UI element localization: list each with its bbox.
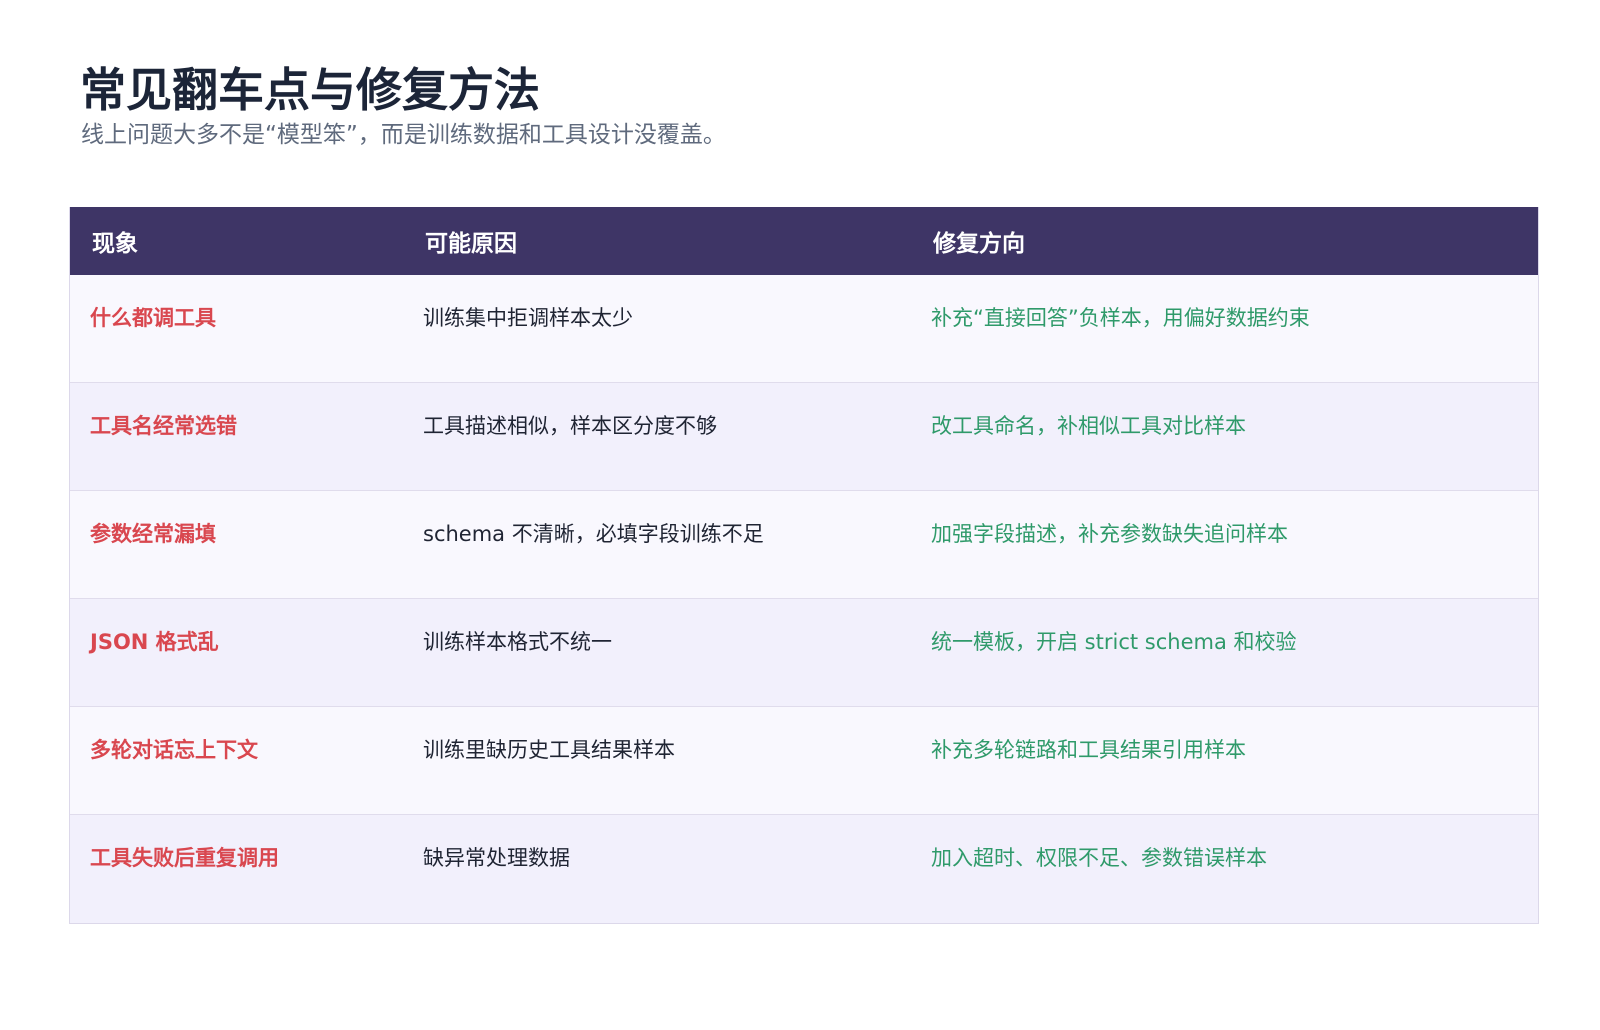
cause-cell: schema 不清晰，必填字段训练不足 [423,522,764,546]
fix-cell: 统一模板，开启 strict schema 和校验 [931,630,1297,654]
cause-cell: 工具描述相似，样本区分度不够 [423,414,717,438]
cause-cell: 训练里缺历史工具结果样本 [423,738,675,762]
table-row: 工具名经常选错 工具描述相似，样本区分度不够 改工具命名，补相似工具对比样本 [70,383,1538,491]
cause-cell: 缺异常处理数据 [423,846,570,870]
table-row: 工具失败后重复调用 缺异常处理数据 加入超时、权限不足、参数错误样本 [70,815,1538,923]
header-cause: 可能原因 [425,231,517,257]
symptom-cell: 多轮对话忘上下文 [90,738,258,762]
fix-cell: 改工具命名，补相似工具对比样本 [931,414,1246,438]
table-row: 什么都调工具 训练集中拒调样本太少 补充“直接回答”负样本，用偏好数据约束 [70,275,1538,383]
header-fix: 修复方向 [933,231,1025,257]
header-symptom: 现象 [92,231,138,257]
cause-cell: 训练样本格式不统一 [423,630,612,654]
table-row: 多轮对话忘上下文 训练里缺历史工具结果样本 补充多轮链路和工具结果引用样本 [70,707,1538,815]
table-row: 参数经常漏填 schema 不清晰，必填字段训练不足 加强字段描述，补充参数缺失… [70,491,1538,599]
symptom-cell: JSON 格式乱 [90,630,219,654]
troubleshooting-table: 现象 可能原因 修复方向 什么都调工具 训练集中拒调样本太少 补充“直接回答”负… [69,207,1539,924]
cause-cell: 训练集中拒调样本太少 [423,306,633,330]
symptom-cell: 参数经常漏填 [90,522,216,546]
fix-cell: 补充多轮链路和工具结果引用样本 [931,738,1246,762]
page-subtitle: 线上问题大多不是“模型笨”，而是训练数据和工具设计没覆盖。 [81,122,726,148]
fix-cell: 加入超时、权限不足、参数错误样本 [931,846,1267,870]
table-header: 现象 可能原因 修复方向 [70,207,1538,275]
page-title: 常见翻车点与修复方法 [80,63,540,117]
fix-cell: 补充“直接回答”负样本，用偏好数据约束 [931,306,1310,330]
symptom-cell: 工具失败后重复调用 [90,846,279,870]
symptom-cell: 什么都调工具 [90,306,216,330]
fix-cell: 加强字段描述，补充参数缺失追问样本 [931,522,1288,546]
symptom-cell: 工具名经常选错 [90,414,237,438]
table-row: JSON 格式乱 训练样本格式不统一 统一模板，开启 strict schema… [70,599,1538,707]
